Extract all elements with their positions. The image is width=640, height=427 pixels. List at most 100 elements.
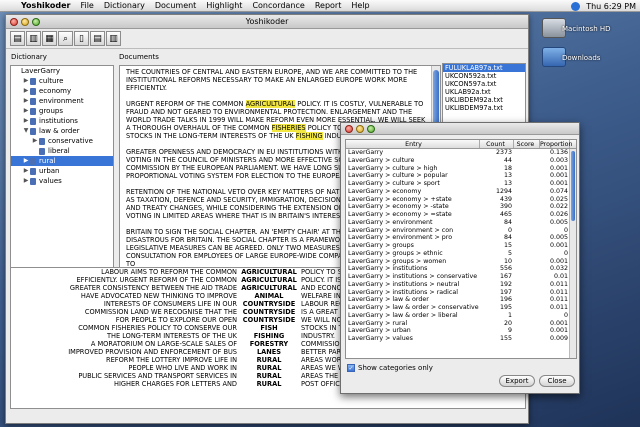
disclosure-closed-icon[interactable]: ▶ bbox=[22, 96, 30, 106]
disclosure-closed-icon[interactable]: ▶ bbox=[22, 116, 30, 126]
report-row[interactable]: LaverGarry > institutions > conservative… bbox=[346, 273, 576, 281]
document-list-item[interactable]: UKLIBDEM97a.txt bbox=[443, 104, 525, 112]
tree-item-groups[interactable]: ▶ groups bbox=[11, 106, 113, 116]
disclosure-closed-icon[interactable]: ▶ bbox=[22, 76, 30, 86]
open-document-icon[interactable]: ▤ bbox=[10, 31, 25, 46]
disclosure-closed-icon[interactable]: ▶ bbox=[22, 106, 30, 116]
report-row[interactable]: LaverGarry > culture > high 18 0.001 bbox=[346, 165, 576, 173]
report-row[interactable]: LaverGarry > economy 1294 0.074 bbox=[346, 188, 576, 196]
report-row[interactable]: LaverGarry > urban 9 0.001 bbox=[346, 327, 576, 335]
report-row[interactable]: LaverGarry > environment > pro 84 0.005 bbox=[346, 234, 576, 242]
dictionary-label: Dictionary bbox=[11, 53, 47, 61]
disclosure-closed-icon[interactable]: ▶ bbox=[22, 156, 30, 166]
downloads-folder-icon[interactable]: Downloads bbox=[538, 47, 628, 69]
minimize-window-button[interactable] bbox=[21, 18, 29, 26]
score-column-header[interactable]: Score bbox=[514, 140, 540, 148]
report-row[interactable]: LaverGarry > environment 84 0.005 bbox=[346, 219, 576, 227]
document-list-item[interactable]: FULUKLAB97a.txt bbox=[443, 64, 525, 72]
zoom-report-button[interactable] bbox=[367, 125, 375, 133]
report-row[interactable]: LaverGarry > institutions > neutral 192 0.… bbox=[346, 281, 576, 289]
report-scrollbar[interactable] bbox=[569, 149, 576, 358]
tree-item-values[interactable]: ▶ values bbox=[11, 176, 113, 186]
document-icon[interactable]: ▯ bbox=[74, 31, 89, 46]
report-titlebar[interactable] bbox=[341, 123, 579, 135]
report-row[interactable]: LaverGarry > law & order 196 0.011 bbox=[346, 296, 576, 304]
disclosure-open-icon[interactable]: ▼ bbox=[22, 126, 30, 136]
report-row[interactable]: LaverGarry > economy > +state 439 0.025 bbox=[346, 196, 576, 204]
report-row[interactable]: LaverGarry > values 155 0.009 bbox=[346, 335, 576, 343]
report-row[interactable]: LaverGarry > culture > popular 13 0.001 bbox=[346, 172, 576, 180]
tree-item-culture[interactable]: ▶ culture bbox=[11, 76, 113, 86]
document-list-item[interactable]: UKCON597a.txt bbox=[443, 80, 525, 88]
report-row[interactable]: LaverGarry > rural 20 0.001 bbox=[346, 320, 576, 328]
report-row[interactable]: LaverGarry > culture > sport 13 0.001 bbox=[346, 180, 576, 188]
report-row[interactable]: LaverGarry > groups > ethnic 5 0 bbox=[346, 250, 576, 258]
report-row[interactable]: LaverGarry > culture 44 0.003 bbox=[346, 157, 576, 165]
report-row[interactable]: LaverGarry > environment > con 0 0 bbox=[346, 227, 576, 235]
count-column-header[interactable]: Count bbox=[480, 140, 514, 148]
report-row[interactable]: LaverGarry 2373 0.136 bbox=[346, 149, 576, 157]
report-row[interactable]: LaverGarry > institutions > radical 197 0.… bbox=[346, 289, 576, 297]
tree-item-institutions[interactable]: ▶ institutions bbox=[11, 116, 113, 126]
tree-item-rural[interactable]: ▶ rural bbox=[11, 156, 113, 166]
menu-report[interactable]: Report bbox=[310, 1, 347, 10]
report-row[interactable]: LaverGarry > groups > women 10 0.001 bbox=[346, 258, 576, 266]
tree-item-conservative[interactable]: ▶ conservative bbox=[11, 136, 113, 146]
report-row[interactable]: LaverGarry > economy > -state 390 0.022 bbox=[346, 203, 576, 211]
menu-concordance[interactable]: Concordance bbox=[247, 1, 309, 10]
document-list[interactable]: FULUKLAB97a.txt UKCON592a.txt UKCON597a.tx… bbox=[442, 63, 526, 123]
menu-help[interactable]: Help bbox=[346, 1, 374, 10]
report-row[interactable]: LaverGarry > economy > =state 465 0.026 bbox=[346, 211, 576, 219]
count-cell: 15 bbox=[503, 242, 512, 249]
document-list-item[interactable]: UKLAB92a.txt bbox=[443, 88, 525, 96]
tree-item-liberal[interactable]: liberal bbox=[11, 146, 113, 156]
left-context: EFFICIENTLY. URGENT REFORM OF THE COMMON bbox=[76, 276, 237, 284]
menu-yoshikoder[interactable]: Yoshikoder bbox=[16, 1, 75, 10]
menu-dictionary[interactable]: Dictionary bbox=[99, 1, 150, 10]
tree-item-economy[interactable]: ▶ economy bbox=[11, 86, 113, 96]
show-categories-checkbox[interactable]: ✓ Show categories only bbox=[347, 364, 433, 372]
clock[interactable]: Thu 6:29 PM bbox=[586, 2, 636, 11]
export-button[interactable]: Export bbox=[499, 375, 535, 387]
disclosure-closed-icon[interactable]: ▶ bbox=[22, 86, 30, 96]
zoom-window-button[interactable] bbox=[32, 18, 40, 26]
tree-item-label: urban bbox=[39, 167, 60, 175]
tree-item-environment[interactable]: ▶ environment bbox=[11, 96, 113, 106]
report-row[interactable]: LaverGarry > law & order > liberal 1 0 bbox=[346, 312, 576, 320]
menu-document[interactable]: Document bbox=[150, 1, 201, 10]
close-report-button[interactable] bbox=[345, 125, 353, 133]
dictionary-tree[interactable]: LaverGarry ▶ culture ▶ economy ▶ environment ▶ g… bbox=[10, 65, 114, 270]
tree-item-lavergarry[interactable]: LaverGarry bbox=[11, 66, 113, 76]
search-icon[interactable]: ⌕ bbox=[58, 31, 73, 46]
document-list-item[interactable]: UKCON592a.txt bbox=[443, 72, 525, 80]
spotlight-icon[interactable] bbox=[571, 1, 581, 11]
add-document-icon[interactable]: ▦ bbox=[42, 31, 57, 46]
tree-item-urban[interactable]: ▶ urban bbox=[11, 166, 113, 176]
macintosh-hd-icon[interactable]: Macintosh HD bbox=[538, 18, 628, 40]
disclosure-closed-icon[interactable]: ▶ bbox=[22, 176, 30, 186]
tree-item-law-order[interactable]: ▼ law & order bbox=[11, 126, 113, 136]
menu-highlight[interactable]: Highlight bbox=[201, 1, 247, 10]
report-table[interactable]: Entry Count Score Proportion LaverGarry 2… bbox=[345, 139, 577, 359]
entry-column-header[interactable]: Entry bbox=[346, 140, 480, 148]
disclosure-closed-icon[interactable]: ▶ bbox=[31, 136, 39, 146]
proportion-cell: 0.026 bbox=[549, 211, 568, 218]
proportion-cell: 0.001 bbox=[549, 164, 568, 172]
entry-cell: LaverGarry > law & order bbox=[348, 296, 429, 304]
report-row[interactable]: LaverGarry > law & order > conservative 1… bbox=[346, 304, 576, 312]
window-titlebar[interactable]: Yoshikoder bbox=[6, 15, 528, 29]
menu-file[interactable]: File bbox=[75, 1, 98, 10]
disclosure-closed-icon[interactable]: ▶ bbox=[22, 166, 30, 176]
report-row[interactable]: LaverGarry > groups 15 0.001 bbox=[346, 242, 576, 250]
proportion-column-header[interactable]: Proportion bbox=[540, 140, 573, 148]
count-cell: 439 bbox=[499, 195, 512, 203]
report-icon[interactable]: ▤ bbox=[90, 31, 105, 46]
close-button[interactable]: Close bbox=[539, 375, 575, 387]
close-window-button[interactable] bbox=[10, 18, 18, 26]
open-dictionary-icon[interactable]: ▥ bbox=[26, 31, 41, 46]
report-row[interactable]: LaverGarry > institutions 556 0.032 bbox=[346, 265, 576, 273]
concordance-icon[interactable]: ▥ bbox=[106, 31, 121, 46]
minimize-report-button[interactable] bbox=[356, 125, 364, 133]
score-cell bbox=[514, 157, 540, 165]
document-list-item[interactable]: UKLIBDEM92a.txt bbox=[443, 96, 525, 104]
